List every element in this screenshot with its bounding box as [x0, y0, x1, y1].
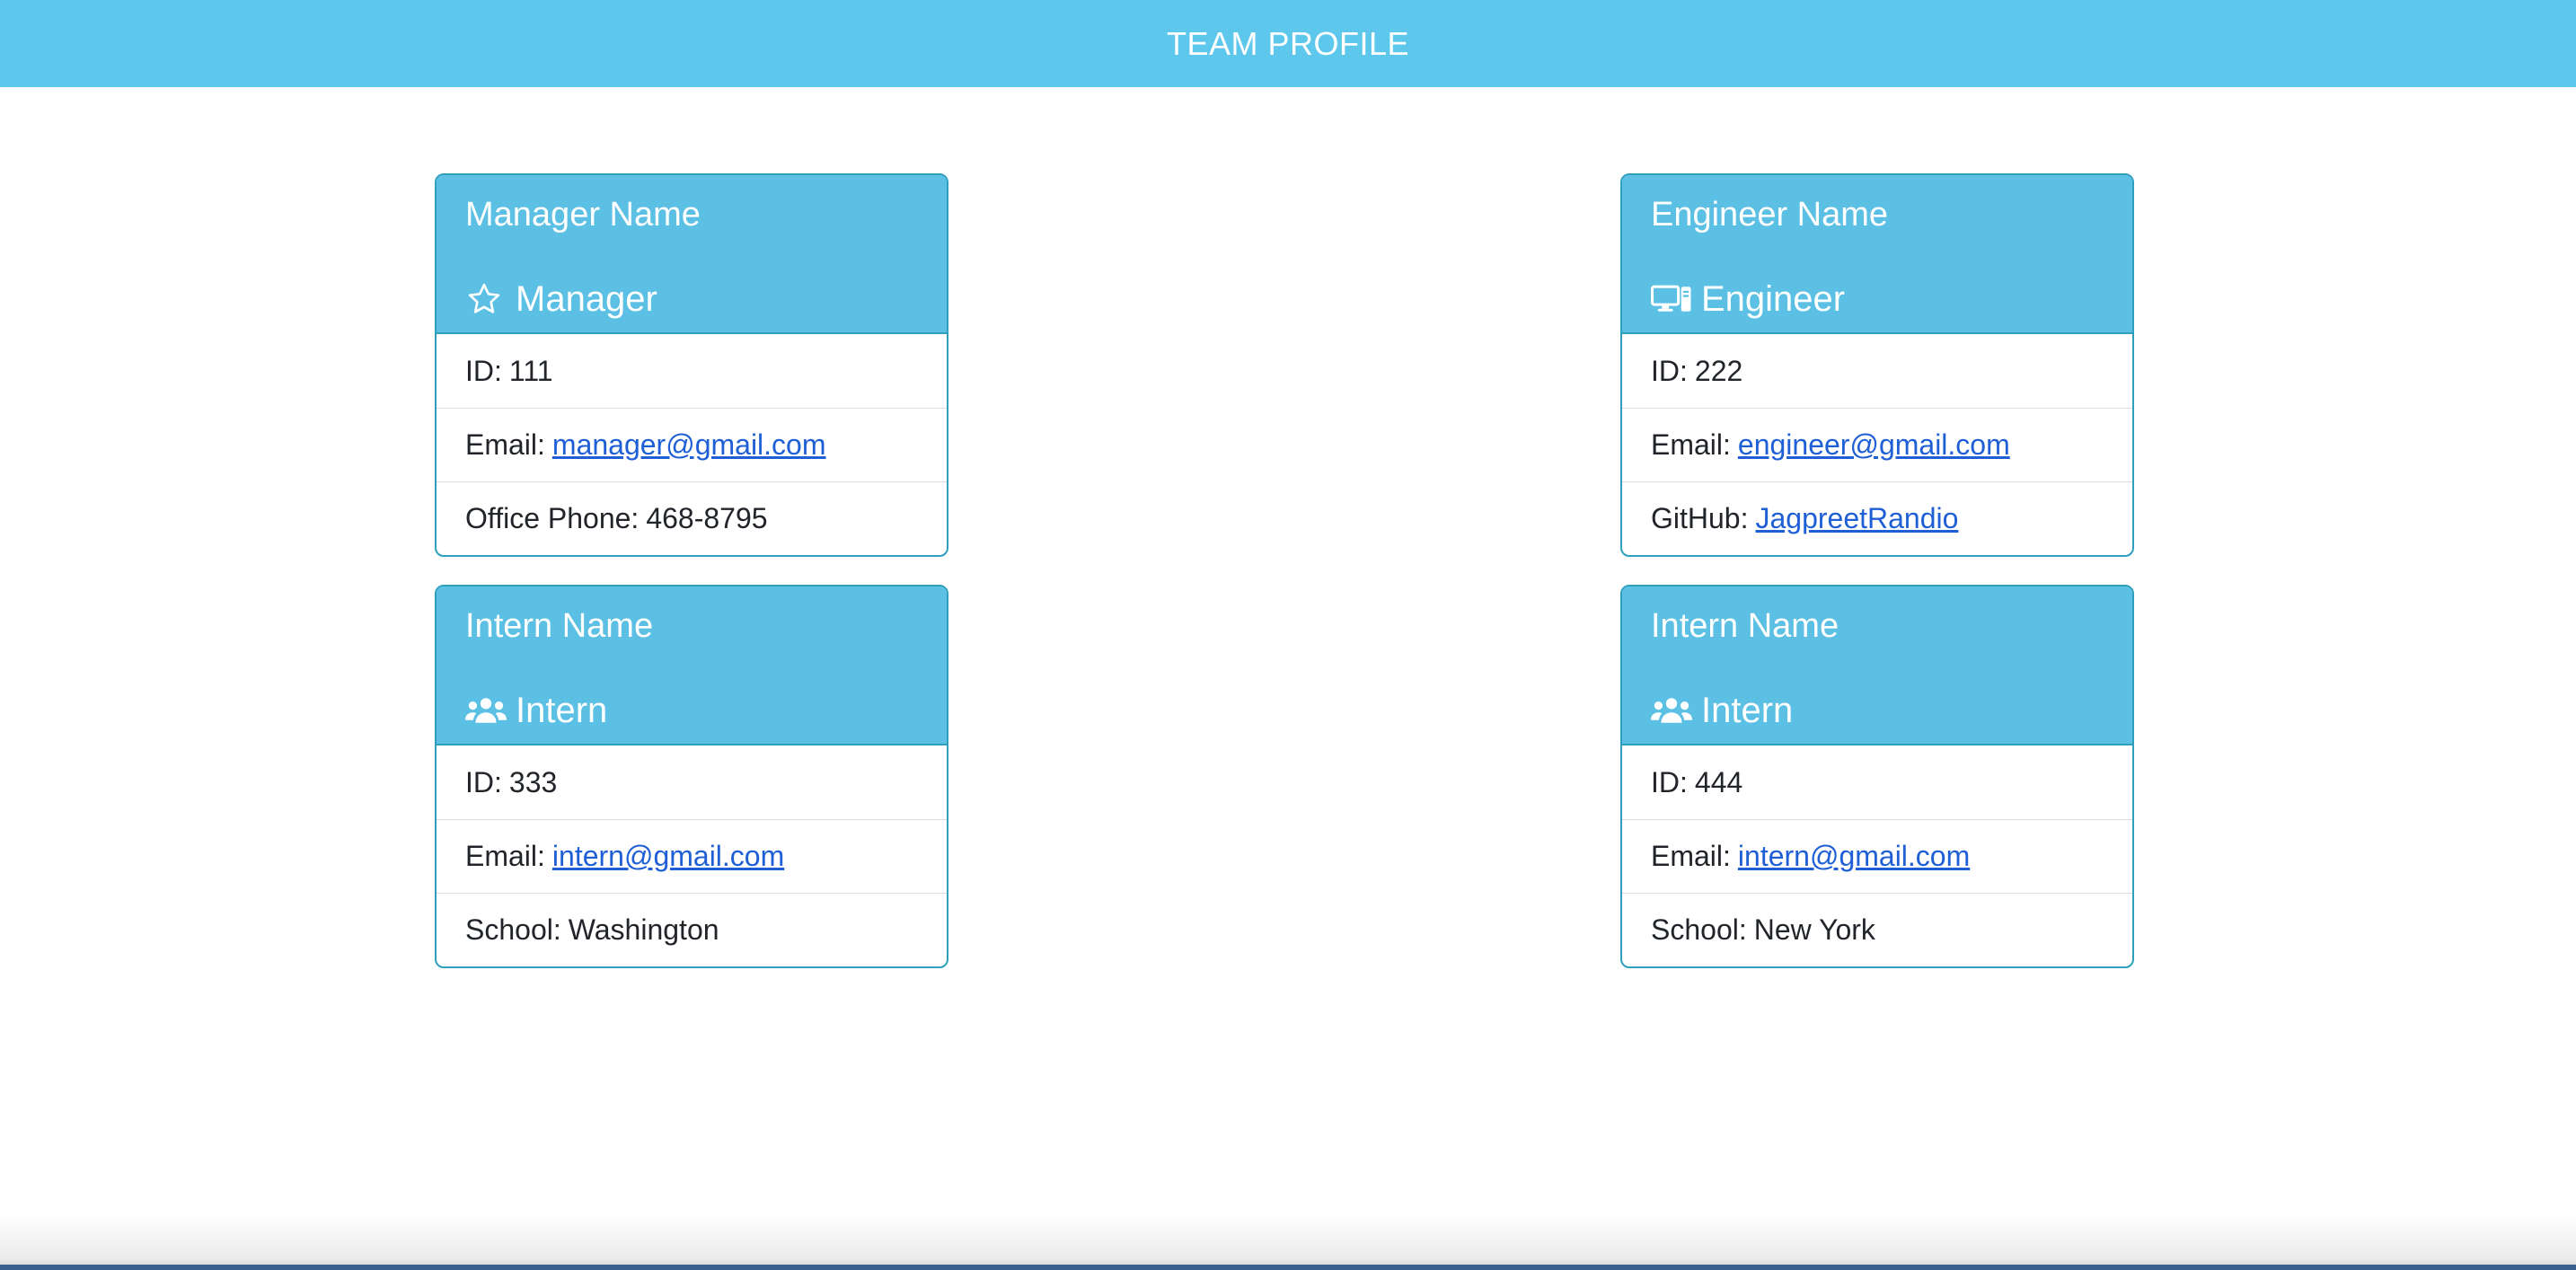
id-value: 444 — [1694, 765, 1743, 798]
school-row: School: New York — [1622, 893, 2132, 966]
id-value: 222 — [1694, 354, 1743, 387]
card-body: ID: 222 Email: engineer@gmail.com GitHub… — [1622, 334, 2132, 555]
email-row: Email: intern@gmail.com — [1622, 819, 2132, 893]
employee-role: Manager — [465, 278, 918, 321]
school-value: New York — [1753, 913, 1875, 946]
card-header: Intern Name Intern — [1622, 586, 2132, 745]
role-label: Intern — [1701, 691, 1794, 730]
email-label: Email: — [465, 428, 545, 461]
office-phone-label: Office Phone: — [465, 502, 640, 534]
id-label: ID: — [465, 765, 502, 798]
school-label: School: — [1651, 913, 1747, 946]
card-body: ID: 111 Email: manager@gmail.com Office … — [437, 334, 947, 555]
github-row: GitHub: JagpreetRandio — [1622, 481, 2132, 555]
card-header: Intern Name Intern — [437, 586, 947, 745]
id-label: ID: — [1651, 354, 1688, 387]
email-row: Email: manager@gmail.com — [437, 408, 947, 481]
users-icon — [1651, 692, 1692, 728]
office-phone-row: Office Phone: 468-8795 — [437, 481, 947, 555]
id-row: ID: 444 — [1622, 745, 2132, 819]
id-label: ID: — [465, 354, 502, 387]
id-row: ID: 333 — [437, 745, 947, 819]
computer-icon — [1651, 281, 1692, 317]
star-icon — [465, 281, 507, 317]
employee-name: Manager Name — [465, 196, 701, 234]
email-label: Email: — [1651, 840, 1731, 872]
email-row: Email: intern@gmail.com — [437, 819, 947, 893]
school-value: Washington — [568, 913, 719, 946]
employee-role: Intern — [1651, 689, 2104, 732]
page-title: TEAM PROFILE — [1166, 24, 1410, 62]
taskbar-edge — [0, 1265, 2576, 1270]
users-icon — [465, 692, 507, 728]
github-label: GitHub: — [1651, 502, 1749, 534]
employee-name: Engineer Name — [1651, 196, 1889, 234]
intern-card: Intern Name Intern ID: 333 Email: intern… — [435, 585, 948, 968]
card-header: Engineer Name Engineer — [1622, 175, 2132, 334]
manager-card: Manager Name Manager ID: 111 Email: mana… — [435, 173, 948, 557]
email-row: Email: engineer@gmail.com — [1622, 408, 2132, 481]
email-link[interactable]: intern@gmail.com — [552, 840, 784, 873]
id-row: ID: 222 — [1622, 334, 2132, 408]
id-value: 111 — [508, 354, 553, 387]
role-label: Intern — [516, 691, 608, 730]
header-bar: TEAM PROFILE — [0, 0, 2576, 87]
office-phone-value: 468-8795 — [646, 502, 768, 534]
email-label: Email: — [1651, 428, 1731, 461]
school-label: School: — [465, 913, 561, 946]
id-value: 333 — [508, 765, 558, 798]
email-link[interactable]: engineer@gmail.com — [1738, 428, 2010, 462]
card-header: Manager Name Manager — [437, 175, 947, 334]
id-row: ID: 111 — [437, 334, 947, 408]
employee-name: Intern Name — [465, 607, 654, 645]
card-body: ID: 333 Email: intern@gmail.com School: … — [437, 745, 947, 966]
email-link[interactable]: intern@gmail.com — [1738, 840, 1970, 873]
window-bottom-shadow — [0, 1216, 2576, 1270]
id-label: ID: — [1651, 765, 1688, 798]
role-label: Engineer — [1701, 279, 1846, 319]
intern-card: Intern Name Intern ID: 444 Email: intern… — [1620, 585, 2134, 968]
employee-role: Engineer — [1651, 278, 2104, 321]
card-body: ID: 444 Email: intern@gmail.com School: … — [1622, 745, 2132, 966]
role-label: Manager — [516, 279, 657, 319]
email-link[interactable]: manager@gmail.com — [552, 428, 826, 462]
engineer-card: Engineer Name Engineer ID: 222 Email: en… — [1620, 173, 2134, 557]
school-row: School: Washington — [437, 893, 947, 966]
github-link[interactable]: JagpreetRandio — [1755, 502, 1958, 535]
employee-name: Intern Name — [1651, 607, 1839, 645]
employee-role: Intern — [465, 689, 918, 732]
email-label: Email: — [465, 840, 545, 872]
